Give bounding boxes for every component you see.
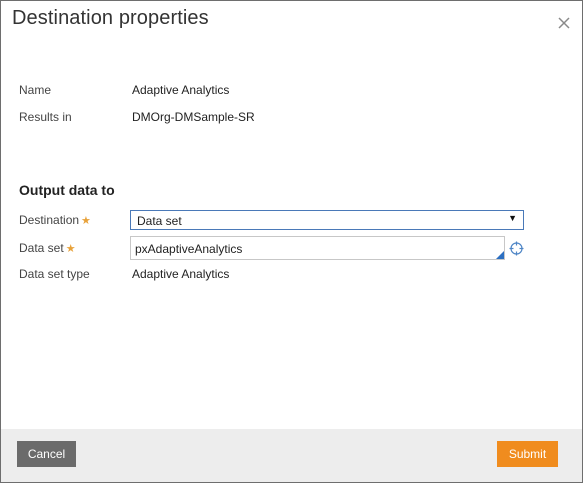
submit-button[interactable]: Submit [497, 441, 558, 467]
dialog-title: Destination properties [12, 7, 209, 29]
autocomplete-corner-icon [496, 251, 504, 259]
name-label: Name [19, 83, 52, 97]
close-icon[interactable] [556, 13, 572, 31]
crosshair-icon[interactable] [509, 241, 524, 256]
data-set-input[interactable]: pxAdaptiveAnalytics [130, 236, 505, 260]
data-set-input-value: pxAdaptiveAnalytics [135, 242, 243, 256]
results-in-label: Results in [19, 110, 72, 124]
data-set-label: Data set ★ [19, 241, 76, 255]
destination-properties-dialog: Destination properties Name Adaptive Ana… [0, 0, 583, 483]
chevron-down-icon: ▼ [508, 213, 517, 223]
cancel-button[interactable]: Cancel [17, 441, 76, 467]
destination-label-text: Destination [19, 213, 80, 227]
data-set-type-label: Data set type [19, 267, 90, 281]
data-set-type-value: Adaptive Analytics [132, 267, 230, 281]
required-star-icon: ★ [81, 215, 91, 227]
data-set-label-text: Data set [19, 241, 64, 255]
destination-label: Destination ★ [19, 213, 91, 227]
output-data-section-title: Output data to [19, 182, 115, 198]
name-value: Adaptive Analytics [132, 83, 230, 97]
dialog-footer [1, 429, 582, 482]
destination-select[interactable]: Data set ▼ [130, 210, 524, 230]
required-star-icon: ★ [65, 243, 76, 255]
destination-select-value: Data set [137, 214, 182, 228]
results-in-value: DMOrg-DMSample-SR [132, 110, 255, 124]
